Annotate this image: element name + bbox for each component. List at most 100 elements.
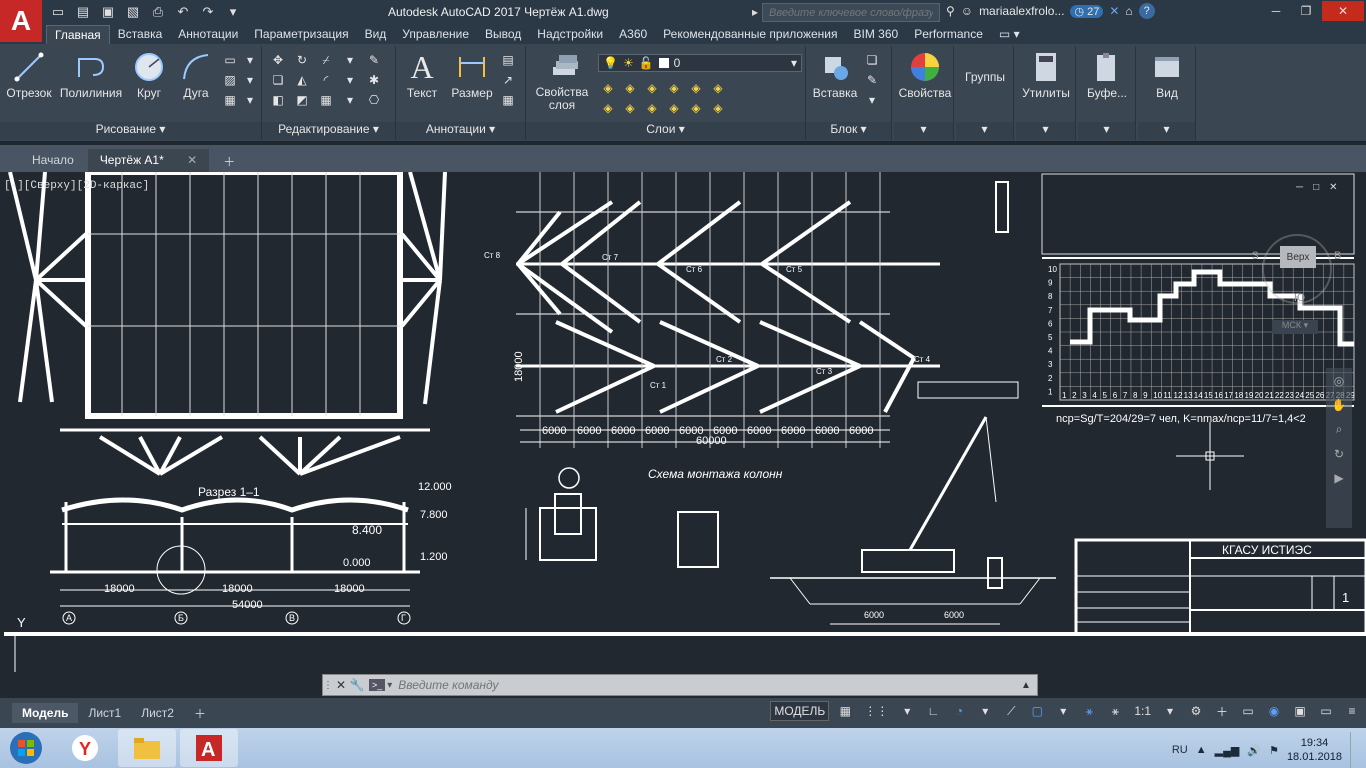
viewcube-top[interactable]: Верх <box>1280 246 1316 268</box>
tab-manage[interactable]: Управление <box>394 25 477 44</box>
erase-icon[interactable]: ✎ <box>366 52 382 68</box>
cart-icon[interactable]: ⌂ <box>1125 4 1132 18</box>
tab-addins[interactable]: Надстройки <box>529 25 611 44</box>
properties-button[interactable]: Свойства <box>898 50 952 100</box>
polyline-button[interactable]: Полилиния <box>56 50 126 100</box>
isolate-objects-icon[interactable]: ◉ <box>1264 701 1284 721</box>
trim-icon[interactable]: ⌿ <box>318 52 334 68</box>
model-space-button[interactable]: МОДЕЛЬ <box>770 701 830 721</box>
auto-scale-icon[interactable]: ⚹ <box>1105 701 1125 721</box>
search-input[interactable] <box>762 3 940 22</box>
show-desktop-button[interactable] <box>1350 732 1360 768</box>
command-line-grip-icon[interactable]: ⋮ <box>323 680 333 691</box>
user-icon[interactable]: ☺ <box>961 4 973 18</box>
plot-icon[interactable]: ⎙ <box>148 3 168 21</box>
stretch-icon[interactable]: ◧ <box>270 92 286 108</box>
tab-home[interactable]: Главная <box>46 25 110 44</box>
wcs-menu[interactable]: МСК ▾ <box>1272 320 1318 334</box>
dimension-button[interactable]: Размер <box>448 50 496 100</box>
tab-output[interactable]: Вывод <box>477 25 529 44</box>
groups-expand-icon[interactable]: ▾ <box>956 122 1013 140</box>
layer-tool-1-icon[interactable]: ◈ <box>600 80 616 96</box>
tab-annotate[interactable]: Аннотации <box>170 25 246 44</box>
array-dropdown-icon[interactable]: ▾ <box>342 92 358 108</box>
region-dropdown-icon[interactable]: ▾ <box>242 92 258 108</box>
mtext-icon[interactable]: ▤ <box>500 52 516 68</box>
mirror-icon[interactable]: ◭ <box>294 72 310 88</box>
network-icon[interactable]: ▂▄▆ <box>1215 744 1240 757</box>
circle-button[interactable]: Круг <box>128 50 170 100</box>
binoculars-icon[interactable]: ⚲ <box>946 4 955 18</box>
command-history-icon[interactable]: ▲ <box>1021 680 1037 691</box>
layer-tool-6-icon[interactable]: ◈ <box>710 80 726 96</box>
block-attributes-icon[interactable]: ▾ <box>864 92 880 108</box>
tab-drawing-a1[interactable]: Чертёж А1* ✕ <box>87 149 210 172</box>
groups-button[interactable]: Группы <box>958 70 1012 84</box>
text-button[interactable]: A Текст <box>402 49 442 101</box>
minimize-icon[interactable]: ─ <box>1262 1 1290 21</box>
layer-properties-button[interactable]: Свойства слоя <box>534 50 596 112</box>
ortho-icon[interactable]: ∟ <box>923 701 943 721</box>
steering-wheel-icon[interactable]: ◎ <box>1334 374 1344 388</box>
new-icon[interactable]: ▭ <box>48 3 68 21</box>
tab-start[interactable]: Начало <box>20 149 86 172</box>
clock[interactable]: 19:34 18.01.2018 <box>1287 736 1342 764</box>
tab-sheet1[interactable]: Лист1 <box>78 703 131 723</box>
layer-tool-3-icon[interactable]: ◈ <box>644 80 660 96</box>
viewport-minimize-icon[interactable]: ─ <box>1296 182 1303 193</box>
pan-icon[interactable]: ✋ <box>1332 398 1347 412</box>
workspace-gear-icon[interactable]: ⚙ <box>1186 701 1206 721</box>
trim-dropdown-icon[interactable]: ▾ <box>342 52 358 68</box>
osnap-tracking-icon[interactable]: ⟋ <box>1001 701 1021 721</box>
draw-panel-title[interactable]: Рисование ▾ <box>0 122 261 140</box>
user-name[interactable]: mariaalexfrolo... <box>979 4 1064 18</box>
ribbon-options-icon[interactable]: ▭ ▾ <box>991 25 1028 44</box>
viewport-restore-icon[interactable]: □ <box>1313 182 1319 193</box>
command-close-icon[interactable]: ✕ <box>333 678 349 692</box>
viewcube-west[interactable]: З <box>1252 250 1259 262</box>
tab-bim360[interactable]: BIM 360 <box>846 25 907 44</box>
taskbar-explorer[interactable] <box>118 729 176 767</box>
hatch-dropdown-icon[interactable]: ▾ <box>242 72 258 88</box>
drawing-area[interactable]: Разрез 1–1 12.000 7.800 8.400 1.200 0.00… <box>0 172 1366 672</box>
offset-icon[interactable]: ⎔ <box>366 92 382 108</box>
layers-panel-title[interactable]: Слои ▾ <box>526 122 805 140</box>
copy-icon[interactable]: ❏ <box>270 72 286 88</box>
start-button[interactable] <box>0 728 52 768</box>
search-expand-icon[interactable]: ▸ <box>752 5 758 19</box>
array-icon[interactable]: ▦ <box>318 92 334 108</box>
fillet-icon[interactable]: ◜ <box>318 72 334 88</box>
help-icon[interactable]: ? <box>1138 3 1155 19</box>
viewport-close-icon[interactable]: ✕ <box>1329 182 1337 193</box>
layer-tool-5-icon[interactable]: ◈ <box>688 80 704 96</box>
osnap-dropdown-icon[interactable]: ▾ <box>1053 701 1073 721</box>
edit-block-icon[interactable]: ✎ <box>864 72 880 88</box>
view-expand-icon[interactable]: ▾ <box>1138 122 1195 140</box>
block-panel-title[interactable]: Блок ▾ <box>806 122 891 140</box>
layer-tool-7-icon[interactable]: ◈ <box>600 100 616 116</box>
insert-block-button[interactable]: Вставка <box>810 50 860 100</box>
tab-model[interactable]: Модель <box>12 703 79 723</box>
viewcube[interactable]: Верх З В Ю МСК ▾ <box>1252 222 1342 334</box>
grid-icon[interactable]: ▦ <box>835 701 855 721</box>
annotation-scale[interactable]: 1:1 <box>1131 701 1154 721</box>
rotate-icon[interactable]: ↻ <box>294 52 310 68</box>
tab-parametric[interactable]: Параметризация <box>246 25 356 44</box>
redo-icon[interactable]: ↷ <box>198 3 218 21</box>
save-as-icon[interactable]: ▧ <box>123 3 143 21</box>
showmotion-icon[interactable]: ▶ <box>1334 471 1343 485</box>
command-customize-icon[interactable]: 🔧 <box>349 678 365 692</box>
close-icon[interactable]: ✕ <box>1322 1 1364 21</box>
view-button[interactable]: Вид <box>1140 50 1194 100</box>
layer-tool-4-icon[interactable]: ◈ <box>666 80 682 96</box>
open-icon[interactable]: ▤ <box>73 3 93 21</box>
add-layout-button[interactable]: ＋ <box>184 702 216 725</box>
move-icon[interactable]: ✥ <box>270 52 286 68</box>
command-prompt-icon[interactable]: >_ <box>369 679 386 691</box>
hardware-acceleration-icon[interactable]: ▣ <box>1290 701 1310 721</box>
restore-icon[interactable]: ❐ <box>1292 1 1320 21</box>
volume-icon[interactable]: 🔊 <box>1247 744 1261 757</box>
tab-insert[interactable]: Вставка <box>110 25 171 44</box>
annotation-visibility-icon[interactable]: ⚹ <box>1079 701 1099 721</box>
layer-tool-8-icon[interactable]: ◈ <box>622 100 638 116</box>
